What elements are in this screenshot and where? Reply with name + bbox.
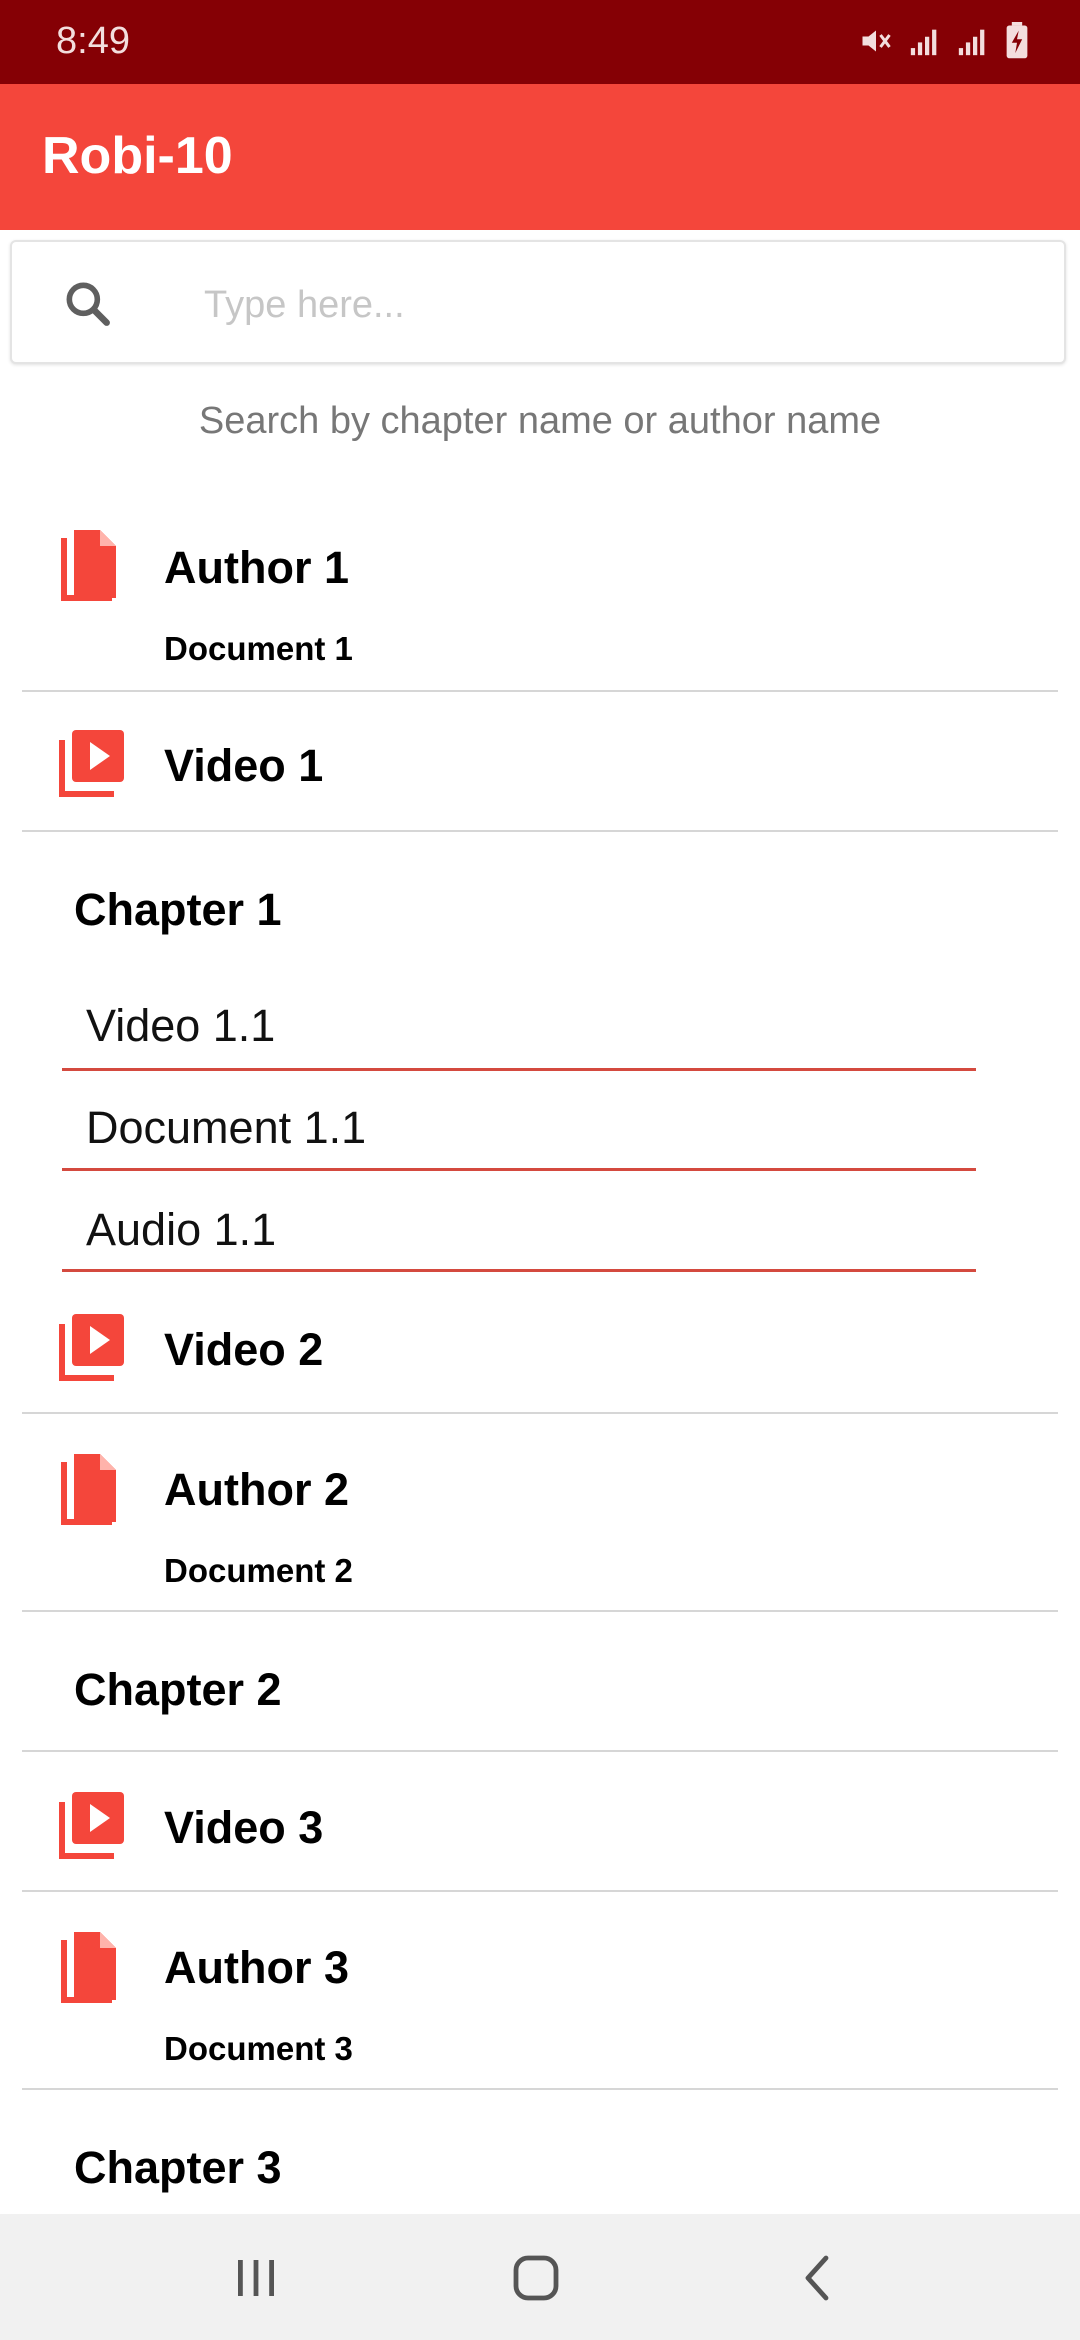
navigation-bar <box>0 2214 1080 2340</box>
item-subtitle: Document 3 <box>164 2030 353 2067</box>
chapter-title: Chapter 2 <box>74 1664 282 1715</box>
item-title: Author 1 <box>164 542 349 593</box>
subitem-label: Video 1.1 <box>86 1000 276 1051</box>
list-item-document[interactable]: Author 2 Document 2 <box>0 1414 1080 1610</box>
video-icon <box>59 730 124 797</box>
mute-icon <box>862 30 891 52</box>
list-item-video[interactable]: Video 1 <box>0 692 1080 830</box>
chapter-subitem[interactable]: Video 1.1 <box>0 990 1080 1070</box>
subitem-underline <box>62 1068 976 1071</box>
chapter-section[interactable]: Chapter 2 <box>0 1612 1080 1750</box>
video-icon <box>59 1792 124 1859</box>
chapter-section[interactable]: Chapter 3 <box>0 2090 1080 2214</box>
item-title: Video 2 <box>164 1324 324 1375</box>
search-icon <box>66 282 110 326</box>
search-hint: Search by chapter name or author name <box>198 400 882 442</box>
chapter-title[interactable]: Chapter 1 <box>74 884 282 936</box>
signal-icon-2 <box>958 29 985 56</box>
document-icon <box>61 1932 116 2003</box>
search-input[interactable] <box>202 272 1026 338</box>
subitem-underline <box>62 1168 976 1171</box>
status-time: 8:49 <box>56 20 130 62</box>
document-icon <box>61 1454 116 1525</box>
list-item-video[interactable]: Video 2 <box>0 1274 1080 1412</box>
back-icon[interactable] <box>790 2250 846 2306</box>
chapter-title: Chapter 3 <box>74 2142 282 2193</box>
status-bar: 8:49 <box>0 0 1080 84</box>
battery-icon <box>1006 22 1028 59</box>
subitem-underline <box>62 1269 976 1272</box>
list-item-document[interactable]: Author 1 Document 1 <box>0 510 1080 690</box>
item-title: Video 3 <box>164 1802 324 1853</box>
home-icon[interactable] <box>508 2250 564 2306</box>
item-title: Author 3 <box>164 1942 349 1993</box>
video-icon <box>59 1314 124 1381</box>
chapter-subitem[interactable]: Document 1.1 <box>0 1090 1080 1170</box>
item-subtitle: Document 2 <box>164 1552 353 1589</box>
item-title: Author 2 <box>164 1464 349 1515</box>
search-box <box>10 240 1066 364</box>
list-item-video[interactable]: Video 3 <box>0 1752 1080 1890</box>
app-title: Robi-10 <box>42 127 233 185</box>
signal-icon <box>910 29 937 56</box>
item-subtitle: Document 1 <box>164 630 353 667</box>
list-item-document[interactable]: Author 3 Document 3 <box>0 1892 1080 2088</box>
app-bar: Robi-10 <box>0 84 1080 230</box>
document-icon <box>61 530 116 601</box>
recents-icon[interactable] <box>228 2250 284 2306</box>
subitem-label: Audio 1.1 <box>86 1204 277 1255</box>
subitem-label: Document 1.1 <box>86 1102 367 1153</box>
status-icons <box>858 22 1030 60</box>
item-title: Video 1 <box>164 740 324 791</box>
chapter-subitem[interactable]: Audio 1.1 <box>0 1190 1080 1270</box>
